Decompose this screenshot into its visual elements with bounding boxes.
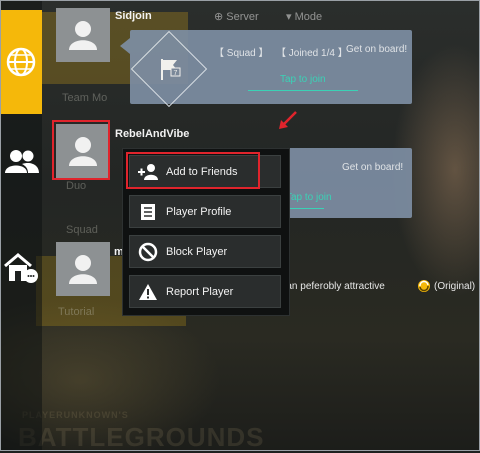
server-label: Server <box>226 11 259 23</box>
house-chat-icon <box>4 253 38 283</box>
bubble-tail-1 <box>120 38 130 54</box>
player-avatar-1[interactable] <box>56 8 110 62</box>
bg-team-mode: Team Mo <box>62 92 108 104</box>
invite-cta: Get on board! <box>346 44 408 55</box>
nav-friends-tab[interactable] <box>5 148 39 179</box>
menu-item-label: Player Profile <box>166 205 232 218</box>
squad-badge: 7 <box>130 30 208 108</box>
original-toggle[interactable]: (Original) <box>434 281 475 292</box>
menu-item-label: Report Player <box>166 285 234 298</box>
mode-selector[interactable]: ▾ Mode <box>286 10 322 23</box>
tap-to-join-link-2[interactable]: Tap to join <box>286 192 332 203</box>
player-name-1[interactable]: Sidjoin <box>115 10 152 22</box>
menu-item-label: Block Player <box>166 245 228 258</box>
friends-icon <box>5 150 39 173</box>
svg-text:7: 7 <box>174 70 178 77</box>
add-friends-highlight-box <box>126 152 260 189</box>
menu-player-profile[interactable]: Player Profile <box>129 195 281 228</box>
block-icon <box>130 242 166 262</box>
player-name-2[interactable]: RebelAndVibe <box>115 128 189 140</box>
red-arrow-icon <box>279 111 297 129</box>
invite-joined: 【 Joined 1/4 】 <box>276 48 348 59</box>
left-nav <box>0 0 42 451</box>
team-invite-card-2[interactable]: Get on board! Tap to join <box>280 148 412 218</box>
nav-world-chat-tab[interactable] <box>0 10 42 114</box>
tap-to-join-link-1[interactable]: Tap to join <box>280 74 326 85</box>
flag-icon: 7 <box>161 59 181 80</box>
nav-clan-tab[interactable] <box>3 252 39 289</box>
globe-icon <box>6 47 36 77</box>
menu-report-player[interactable]: Report Player <box>129 275 281 308</box>
user-silhouette-icon <box>69 21 97 50</box>
invite-cta-2: Get on board! <box>342 162 404 173</box>
profile-icon <box>130 203 166 221</box>
mode-label: Mode <box>294 11 323 23</box>
tap-underline-1 <box>248 90 358 91</box>
team-invite-card-1[interactable]: 7 【 Squad 】 【 Joined 1/4 】 Get on board!… <box>130 30 412 108</box>
bg-tutorial: Tutorial <box>58 306 95 318</box>
bg-duo: Duo <box>66 180 87 192</box>
invite-mode: 【 Squad 】 <box>214 48 269 59</box>
warning-icon <box>130 283 166 301</box>
translate-icon[interactable] <box>417 279 431 293</box>
server-selector[interactable]: ⊕ Server <box>214 10 259 23</box>
player-avatar-3[interactable] <box>56 242 110 296</box>
bg-squad: Squad <box>66 224 98 236</box>
user-silhouette-icon <box>69 255 97 284</box>
bg-logo-big: BATTLEGROUNDS <box>18 422 265 452</box>
menu-block-player[interactable]: Block Player <box>129 235 281 268</box>
avatar-highlight-box <box>52 120 110 180</box>
